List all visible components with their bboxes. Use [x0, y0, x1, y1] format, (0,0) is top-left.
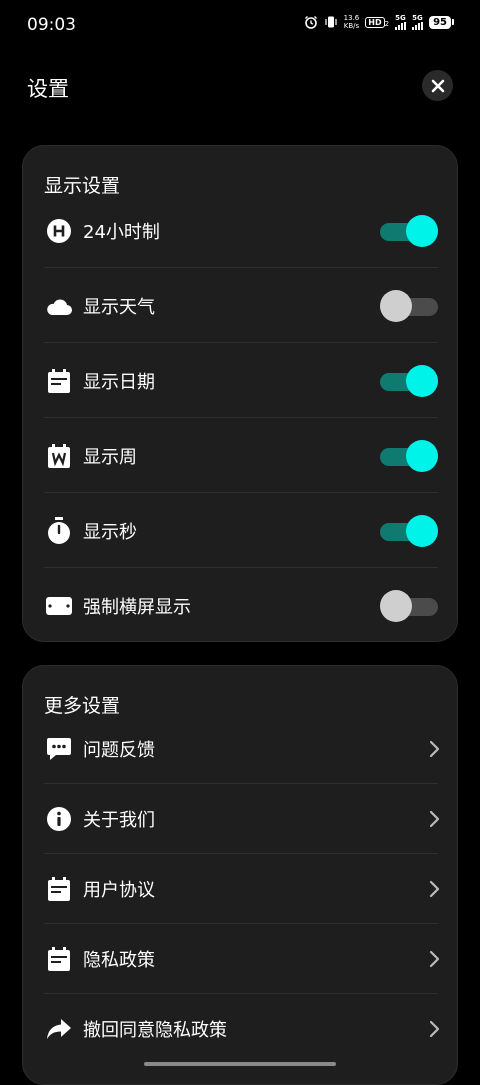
chevron-right-icon	[429, 1020, 440, 1038]
menu-row-user-agreement[interactable]: 用户协议	[23, 854, 459, 924]
calendar-icon	[45, 367, 73, 395]
menu-label: 撤回同意隐私政策	[83, 1020, 227, 1041]
h-circle-icon	[45, 217, 73, 245]
net-speed-unit: KB/s	[343, 22, 360, 30]
menu-label: 用户协议	[83, 880, 155, 901]
chevron-right-icon	[429, 810, 440, 828]
menu-label: 隐私政策	[83, 950, 155, 971]
setting-row-date[interactable]: 显示日期	[23, 343, 459, 418]
setting-label: 强制横屏显示	[83, 596, 191, 618]
toggle-date[interactable]	[380, 364, 438, 398]
more-settings-card: 更多设置 问题反馈 关于我们 用户协议 隐私政策 撤回同意隐私政策	[22, 665, 458, 1085]
signal-sim1: 5G	[395, 14, 407, 30]
setting-label: 24小时制	[83, 221, 160, 243]
status-bar: 09:03 13.6 KB/s HD 2 5G 5G 95	[0, 0, 480, 50]
toggle-24h[interactable]	[380, 214, 438, 248]
close-icon	[431, 79, 444, 92]
toggle-landscape[interactable]	[380, 589, 438, 623]
page-title: 设置	[27, 77, 69, 101]
vibrate-icon	[324, 15, 338, 29]
network-speed: 13.6 KB/s	[344, 14, 360, 30]
setting-row-weather[interactable]: 显示天气	[23, 268, 459, 343]
setting-row-week[interactable]: 显示周	[23, 418, 459, 493]
setting-label: 显示秒	[83, 521, 137, 543]
hd-voice-badge: HD 2	[365, 16, 390, 28]
calendar-week-icon	[45, 442, 73, 470]
battery-indicator: 95	[429, 15, 454, 29]
share-arrow-icon	[45, 1015, 73, 1043]
setting-label: 显示日期	[83, 371, 155, 393]
toggle-week[interactable]	[380, 439, 438, 473]
setting-label: 显示周	[83, 446, 137, 468]
home-indicator[interactable]	[144, 1062, 336, 1066]
setting-row-24h[interactable]: 24小时制	[23, 193, 459, 268]
status-icons: 13.6 KB/s HD 2 5G 5G 95	[304, 14, 454, 30]
document-icon	[45, 875, 73, 903]
chevron-right-icon	[429, 880, 440, 898]
landscape-icon	[45, 592, 73, 620]
status-time: 09:03	[27, 15, 76, 35]
sim1-label: 5G	[395, 14, 406, 22]
setting-row-seconds[interactable]: 显示秒	[23, 493, 459, 568]
sim2-label: 5G	[412, 14, 423, 22]
menu-label: 问题反馈	[83, 740, 155, 761]
chevron-right-icon	[429, 950, 440, 968]
menu-row-revoke-privacy[interactable]: 撤回同意隐私政策	[23, 994, 459, 1064]
menu-row-about[interactable]: 关于我们	[23, 784, 459, 854]
stopwatch-icon	[45, 516, 73, 545]
setting-label: 显示天气	[83, 296, 155, 318]
menu-row-privacy-policy[interactable]: 隐私政策	[23, 924, 459, 994]
close-button[interactable]	[422, 70, 453, 101]
signal-sim2: 5G	[412, 14, 424, 30]
info-icon	[45, 805, 73, 833]
menu-label: 关于我们	[83, 810, 155, 831]
alarm-icon	[304, 15, 318, 29]
toggle-seconds[interactable]	[380, 514, 438, 548]
feedback-icon	[45, 735, 73, 763]
signal-bars-icon	[395, 22, 407, 30]
chevron-right-icon	[429, 740, 440, 758]
setting-row-landscape[interactable]: 强制横屏显示	[23, 568, 459, 643]
hd-sub: 2	[384, 19, 390, 28]
signal-bars-icon	[412, 22, 424, 30]
display-settings-card: 显示设置 24小时制 显示天气 显示日期 显示周 显示秒 强制横屏显示	[22, 145, 458, 642]
battery-level: 95	[429, 15, 451, 29]
menu-row-feedback[interactable]: 问题反馈	[23, 714, 459, 784]
document-icon	[45, 945, 73, 973]
cloud-icon	[45, 292, 73, 320]
hd-label: HD	[365, 16, 385, 28]
net-speed-value: 13.6	[343, 14, 360, 22]
toggle-weather[interactable]	[380, 289, 438, 323]
